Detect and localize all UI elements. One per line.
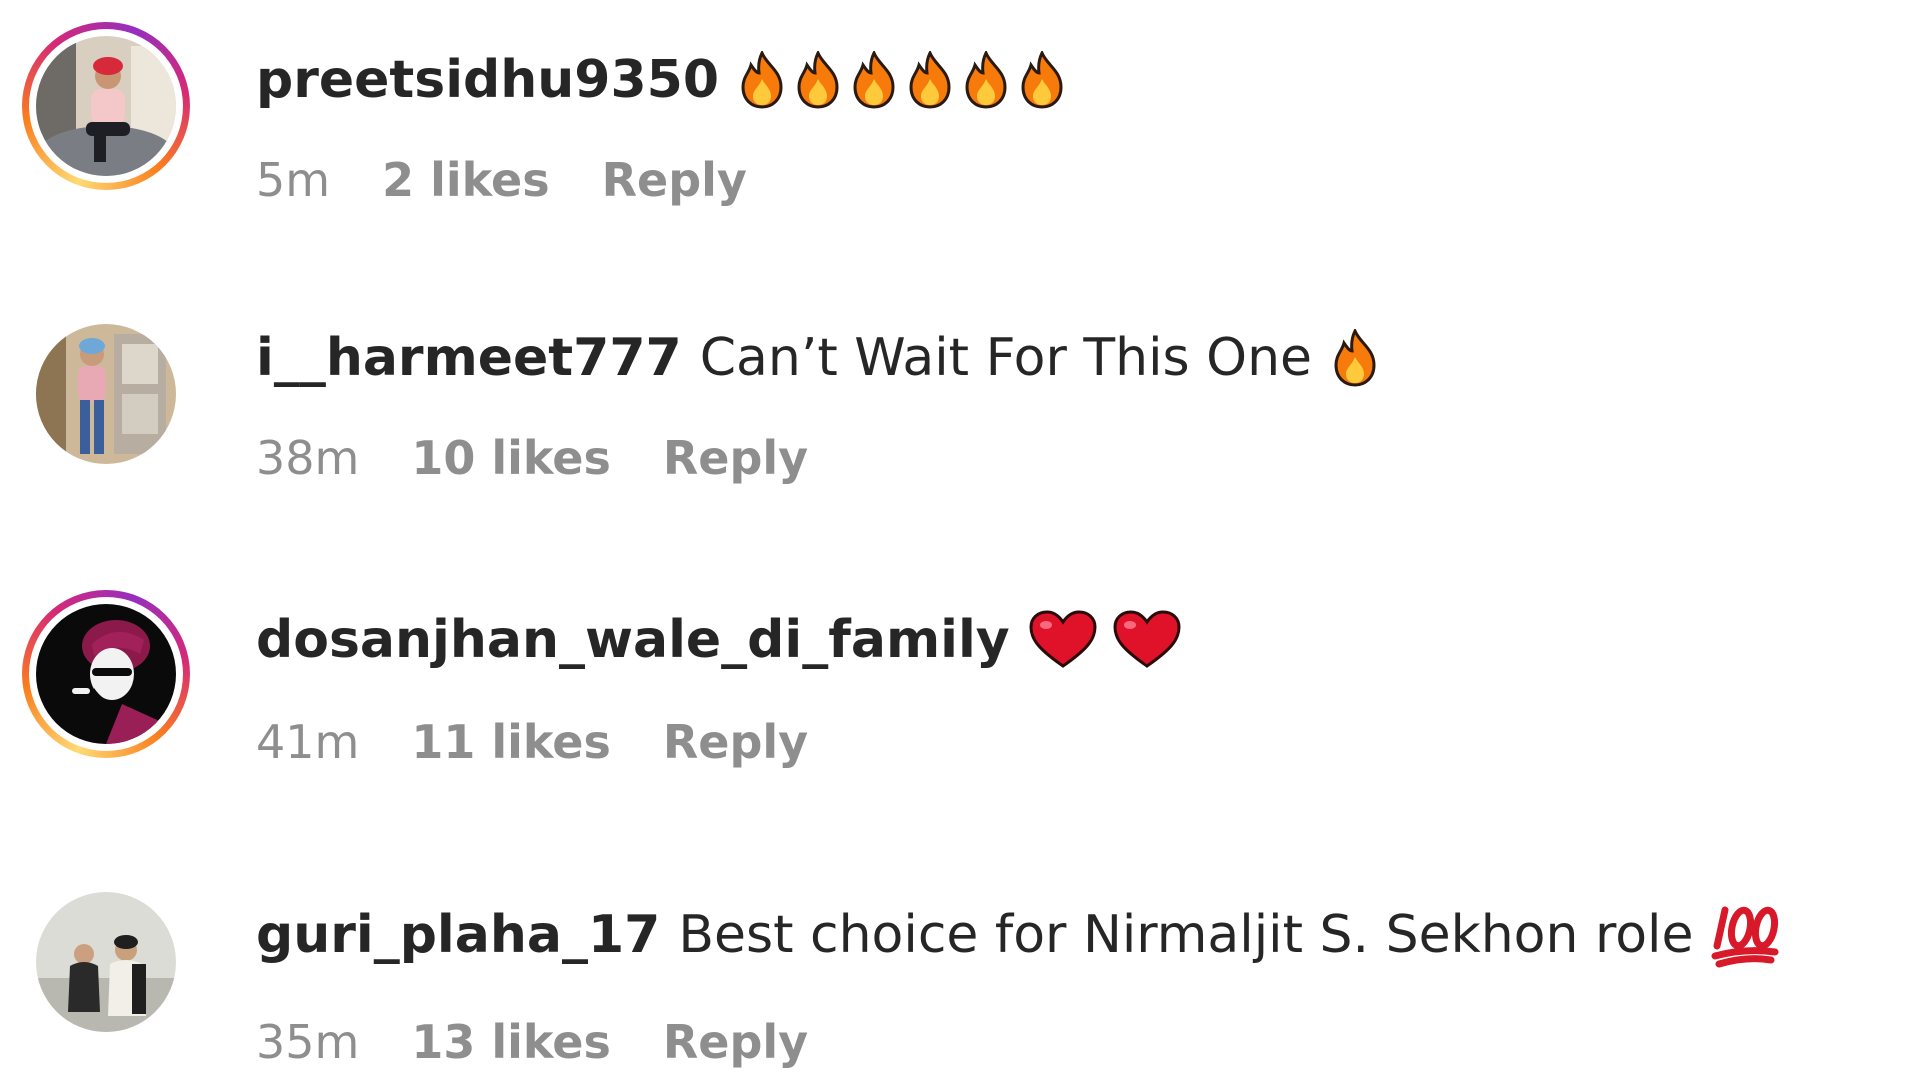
fire-icon: [1334, 329, 1376, 387]
comment-item: dosanjhan_wale_di_family 41m 11 likes Re…: [0, 588, 1920, 818]
avatar: [36, 36, 176, 176]
comment-username[interactable]: dosanjhan_wale_di_family: [256, 608, 1010, 672]
comment-username[interactable]: guri_plaha_17: [256, 903, 660, 967]
red-heart-icon: [1029, 610, 1097, 668]
avatar-wrapper[interactable]: [22, 878, 190, 1046]
fire-icon: [853, 51, 895, 109]
comment-likes[interactable]: 11 likes: [411, 714, 611, 770]
reply-button[interactable]: Reply: [602, 152, 747, 208]
comment-time: 38m: [256, 431, 360, 485]
fire-icon: [909, 51, 951, 109]
avatar: [36, 604, 176, 744]
reply-button[interactable]: Reply: [663, 430, 808, 486]
fire-icon: [1021, 51, 1063, 109]
reply-button[interactable]: Reply: [663, 1014, 808, 1070]
fire-icon: [797, 51, 839, 109]
avatar-story-ring[interactable]: [22, 590, 190, 758]
comment-emojis: [1711, 902, 1781, 968]
red-heart-icon: [1113, 610, 1181, 668]
avatar-wrapper[interactable]: [22, 310, 190, 478]
hundred-points-icon: [1711, 906, 1779, 968]
comments-list: preetsidhu9350 5m 2 likes Reply i__harme…: [0, 0, 1920, 1080]
comment-emojis: [1028, 610, 1182, 670]
comment-time: 41m: [256, 715, 360, 769]
avatar: [36, 892, 176, 1032]
comment-time: 5m: [256, 153, 331, 207]
comment-text: Can’t Wait For This One: [699, 328, 1313, 388]
comment-item: guri_plaha_17 Best choice for Nirmaljit …: [0, 878, 1920, 1080]
comment-likes[interactable]: 10 likes: [411, 430, 611, 486]
comment-likes[interactable]: 2 likes: [382, 152, 550, 208]
avatar-story-ring[interactable]: [22, 22, 190, 190]
comment-item: preetsidhu9350 5m 2 likes Reply: [0, 10, 1920, 240]
comment-emojis: [1330, 329, 1380, 387]
comment-time: 35m: [256, 1015, 360, 1069]
comment-username[interactable]: i__harmeet777: [256, 326, 682, 390]
comment-item: i__harmeet777 Can’t Wait For This One 38…: [0, 298, 1920, 528]
comment-username[interactable]: preetsidhu9350: [256, 48, 719, 112]
avatar: [36, 324, 176, 464]
comment-likes[interactable]: 13 likes: [411, 1014, 611, 1070]
comment-emojis: [737, 51, 1067, 109]
comment-text: Best choice for Nirmaljit S. Sekhon role: [678, 905, 1694, 965]
fire-icon: [741, 51, 783, 109]
fire-icon: [965, 51, 1007, 109]
reply-button[interactable]: Reply: [663, 714, 808, 770]
